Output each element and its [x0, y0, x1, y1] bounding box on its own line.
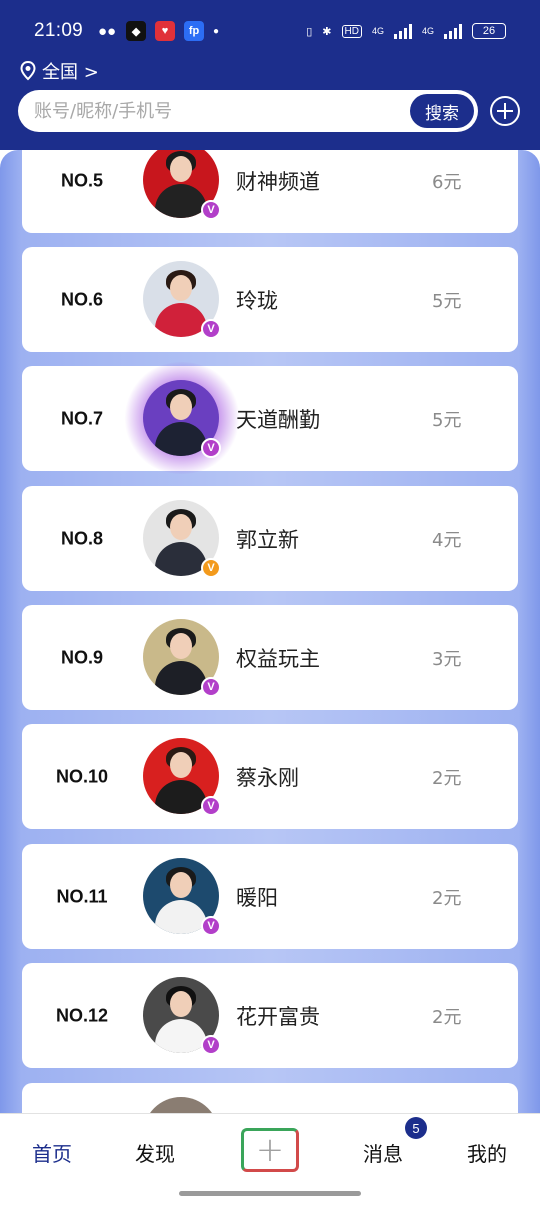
ranking-card[interactable]: NO.11 V 暖阳 2元 — [22, 844, 518, 949]
ranking-card-partial[interactable] — [22, 1083, 518, 1115]
avatar: V — [143, 738, 221, 816]
amount: 2元 — [432, 1006, 462, 1028]
more-notifications-dot: ● — [213, 25, 220, 37]
network-label-1: 4G — [371, 26, 384, 36]
avatar: V — [143, 858, 221, 936]
ranking-card[interactable]: NO.7 V 天道酬勤 5元 — [22, 362, 518, 474]
search-input[interactable] — [34, 100, 410, 122]
amount: 5元 — [432, 409, 462, 431]
search-box: 搜索 — [18, 90, 478, 132]
user-name: 玲珑 — [236, 288, 278, 313]
location-pin-icon — [20, 61, 36, 81]
amount: 5元 — [432, 290, 462, 312]
search-row: 搜索 — [18, 90, 522, 132]
app-red-icon: ♥ — [155, 21, 176, 41]
user-name: 蔡永刚 — [236, 765, 299, 790]
user-name: 暖阳 — [236, 885, 278, 910]
ranking-card[interactable]: NO.8 V 郭立新 4元 — [22, 486, 518, 591]
verified-badge-icon: V — [201, 558, 221, 578]
avatar: V — [143, 261, 221, 339]
verified-badge-icon: V — [201, 1035, 221, 1055]
user-name: 郭立新 — [236, 527, 299, 552]
ranking-card[interactable]: NO.10 V 蔡永刚 2元 — [22, 724, 518, 829]
rank-label: NO.5 — [60, 170, 103, 190]
app-blue-icon: fp — [184, 21, 205, 41]
avatar: V — [143, 150, 221, 220]
bluetooth-icon: ✱ — [322, 25, 332, 38]
location-selector[interactable]: 全国 > — [20, 58, 99, 84]
verified-badge-icon: V — [201, 916, 221, 936]
system-icons: ▯ ✱ HD 4G 4G 26 — [306, 23, 506, 39]
rank-label: NO.12 — [55, 1005, 109, 1025]
avatar: V — [143, 500, 221, 578]
home-indicator[interactable] — [179, 1191, 361, 1196]
user-name: 天道酬勤 — [236, 407, 320, 432]
signal-icon-2 — [444, 23, 462, 39]
network-label-2: 4G — [421, 26, 434, 36]
nav-mine[interactable]: 我的 — [467, 1138, 507, 1167]
publish-plus-button[interactable]: + — [241, 1128, 299, 1172]
verified-badge-icon: V — [201, 319, 221, 339]
plus-icon: + — [255, 1130, 285, 1170]
ranking-card[interactable]: NO.5 V 财神频道 6元 — [22, 150, 518, 233]
nav-discover[interactable]: 发现 — [135, 1138, 175, 1167]
user-name: 权益玩主 — [236, 646, 320, 671]
verified-badge-icon: V — [201, 200, 221, 220]
amount: 3元 — [432, 648, 462, 670]
amount: 4元 — [432, 529, 462, 551]
avatar: V — [143, 619, 221, 697]
signal-icon-1 — [393, 23, 412, 39]
hd-icon: HD — [341, 24, 362, 38]
ranking-card[interactable]: NO.6 V 玲珑 5元 — [22, 247, 518, 352]
amount: 2元 — [432, 767, 462, 789]
nav-home[interactable]: 首页 — [32, 1138, 72, 1167]
add-circle-icon[interactable] — [490, 96, 520, 126]
rank-label: NO.11 — [56, 886, 108, 906]
rank-label: NO.8 — [60, 528, 103, 548]
messages-count-badge: 5 — [405, 1117, 427, 1139]
rank-label: NO.9 — [60, 647, 103, 667]
vibrate-icon: ▯ — [306, 25, 313, 38]
amount: 6元 — [432, 171, 462, 193]
ranking-list[interactable]: NO.5 V 财神频道 6元 NO.6 V 玲珑 5元 NO.7 V 天道酬勤 … — [0, 150, 540, 1115]
battery-level: 26 — [482, 25, 496, 37]
user-name: 花开富贵 — [236, 1004, 320, 1029]
status-bar: 21:09 ●● ◆ ♥ fp ● ▯ ✱ HD 4G 4G 26 — [0, 0, 540, 62]
bottom-nav: 首页 发现 + 消息 5 我的 — [0, 1113, 540, 1207]
rank-label: NO.7 — [60, 408, 103, 428]
top-header: 21:09 ●● ◆ ♥ fp ● ▯ ✱ HD 4G 4G 26 全国 > 搜 — [0, 0, 540, 150]
avatar: V — [143, 977, 221, 1055]
rank-label: NO.6 — [60, 289, 103, 309]
nav-messages[interactable]: 消息 — [363, 1138, 403, 1167]
battery-icon: 26 — [472, 23, 506, 39]
user-name: 财神频道 — [236, 169, 320, 194]
verified-badge-icon: V — [201, 438, 221, 458]
rank-label: NO.10 — [55, 766, 109, 786]
location-label: 全国 > — [42, 62, 99, 83]
verified-badge-icon: V — [201, 677, 221, 697]
amount: 2元 — [432, 887, 462, 909]
notification-icons: ●● ◆ ♥ fp ● — [97, 21, 219, 41]
verified-badge-icon: V — [201, 796, 221, 816]
avatar: V — [143, 380, 221, 458]
ranking-card[interactable]: NO.12 V 花开富贵 2元 — [22, 963, 518, 1068]
status-time: 21:09 — [34, 20, 84, 41]
search-button[interactable]: 搜索 — [410, 94, 474, 128]
ranking-card[interactable]: NO.9 V 权益玩主 3元 — [22, 605, 518, 710]
app-cube-icon: ◆ — [126, 21, 147, 41]
wechat-icon: ●● — [97, 22, 117, 40]
